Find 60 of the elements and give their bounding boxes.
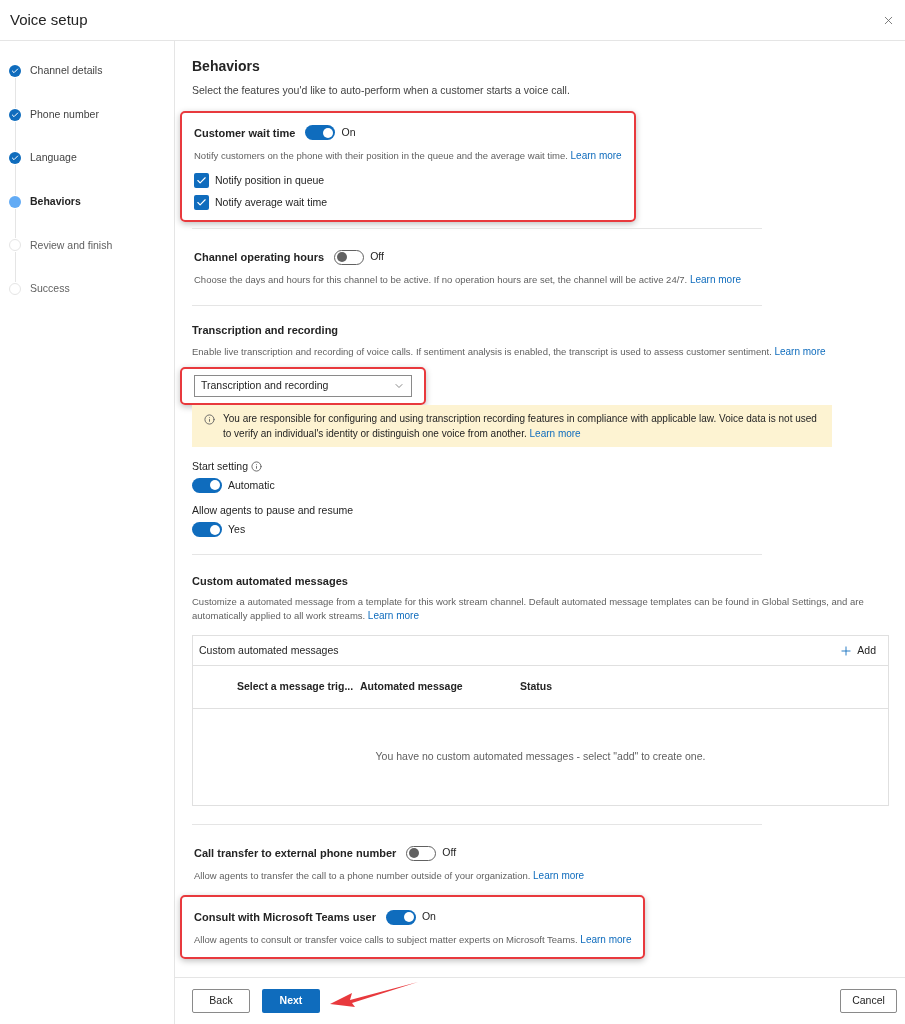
- empty-state-text: You have no custom automated messages - select "add" to create one.: [375, 749, 706, 765]
- toggle-state-label: Off: [442, 845, 457, 861]
- next-button[interactable]: Next: [262, 989, 320, 1013]
- description-text: Enable live transcription and recording of voice calls. If sentiment analysis is enabled, the transcript is used to assess customer sentiment. Learn more: [192, 344, 827, 359]
- section-title: Call transfer to external phone number: [194, 846, 397, 861]
- learn-more-link[interactable]: Learn more: [570, 149, 622, 161]
- section-title: Transcription and recording: [192, 323, 340, 339]
- window-title: Voice setup: [10, 9, 88, 30]
- checkbox-label: Notify position in queue: [215, 172, 325, 188]
- step-label[interactable]: Success: [30, 281, 70, 297]
- checkbox-label: Notify average wait time: [215, 194, 328, 210]
- description-text: Allow agents to transfer the call to a phone number outside of your organization. Learn more: [194, 869, 585, 884]
- learn-more-link[interactable]: Learn more: [533, 870, 585, 882]
- section-title: Channel operating hours: [194, 250, 325, 265]
- description-text: Customize a automated message from a template for this work stream channel. Default automated message templates can be found in Global Settings, and are automatically applied to all work streams. Learn more: [192, 595, 865, 624]
- section-title: Customer wait time: [194, 125, 296, 141]
- toggle-switch[interactable]: [192, 477, 222, 493]
- dropdown-field[interactable]: Transcription and recording: [194, 374, 412, 397]
- check-icon: [196, 196, 207, 208]
- step-label[interactable]: Language: [30, 150, 77, 167]
- checkbox[interactable]: [194, 194, 209, 210]
- toggle-switch[interactable]: [305, 125, 336, 141]
- toggle-switch[interactable]: [406, 845, 437, 861]
- page-title: Behaviors: [192, 57, 261, 76]
- toggle-state-label: Off: [370, 249, 384, 265]
- description-text: Allow agents to consult or transfer voice calls to subject matter experts on Microsoft Teams. Learn more: [194, 933, 632, 948]
- column-header[interactable]: Automated message: [360, 679, 520, 696]
- column-header[interactable]: Status: [520, 679, 620, 696]
- step-label[interactable]: Behaviors: [30, 193, 81, 210]
- plus-icon: [839, 643, 854, 658]
- step-label[interactable]: Phone number: [30, 106, 99, 123]
- checkbox[interactable]: [194, 173, 209, 189]
- toggle-state-label: On: [421, 909, 436, 925]
- learn-more-link[interactable]: Learn more: [689, 274, 742, 286]
- step-label[interactable]: Review and finish: [30, 237, 113, 254]
- description-text: Notify customers on the phone with their position in the queue and the average wait time. Learn more: [194, 148, 622, 163]
- toggle-switch[interactable]: [192, 522, 222, 538]
- cancel-button[interactable]: Cancel: [840, 989, 897, 1013]
- info-icon: [204, 413, 215, 425]
- notice-text: You are responsible for configuring and using transcription recording features in compliance with applicable law. Voice data is not used to verify an individual's identity or distinguish one voice from another. Learn more: [223, 411, 818, 441]
- toggle-switch[interactable]: [385, 909, 416, 925]
- learn-more-link[interactable]: Learn more: [529, 427, 581, 439]
- learn-more-link[interactable]: Learn more: [774, 345, 826, 357]
- column-header[interactable]: Select a message trig...: [237, 679, 360, 696]
- section-title: Consult with Microsoft Teams user: [194, 910, 376, 925]
- setting-label: Start setting: [192, 458, 249, 474]
- toggle-state-label: Automatic: [228, 477, 275, 493]
- toggle-state-label: Yes: [228, 522, 246, 537]
- section-title: Custom automated messages: [192, 573, 349, 589]
- learn-more-link[interactable]: Learn more: [367, 610, 419, 622]
- description-text: Choose the days and hours for this channel to be active. If no operation hours are set, the channel will be active 24/7. Learn more: [194, 273, 742, 288]
- page-subtitle: Select the features you'd like to auto-perform when a customer starts a voice call.: [192, 83, 571, 98]
- toggle-switch[interactable]: [334, 249, 365, 265]
- back-button[interactable]: Back: [192, 989, 250, 1013]
- learn-more-link[interactable]: Learn more: [580, 934, 632, 946]
- add-button[interactable]: Add: [833, 642, 882, 659]
- table-title: Custom automated messages: [199, 642, 339, 658]
- setting-label: Allow agents to pause and resume: [192, 503, 354, 519]
- toggle-state-label: On: [341, 124, 356, 140]
- step-label[interactable]: Channel details: [30, 63, 103, 79]
